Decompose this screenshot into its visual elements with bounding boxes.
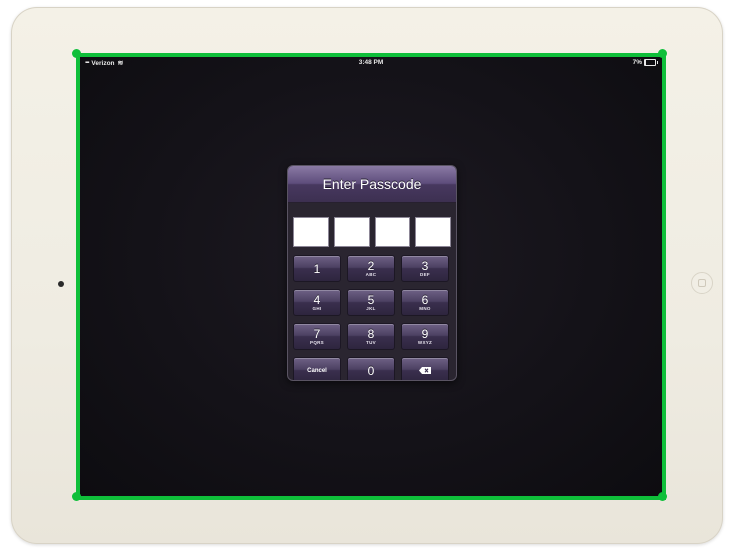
dialog-header: Enter Passcode: [288, 166, 456, 203]
battery-percent: 7%: [632, 59, 642, 66]
key-letters: DEF: [420, 271, 430, 277]
battery-icon: [644, 59, 658, 66]
key-digit: 2: [367, 258, 375, 273]
key-2[interactable]: 2 ABC: [347, 255, 395, 282]
status-time: 3:48 PM: [358, 59, 384, 66]
key-digit: 0: [367, 363, 375, 378]
key-letters: ABC: [365, 271, 377, 277]
key-9[interactable]: 9 WXYZ: [401, 323, 449, 350]
key-0[interactable]: 0: [347, 357, 395, 380]
key-1[interactable]: 1: [293, 255, 341, 282]
battery-group: 7%: [632, 59, 658, 66]
key-7[interactable]: 7 PQRS: [293, 323, 341, 350]
passcode-digit-field[interactable]: [333, 217, 370, 247]
lock-screen: ▪▪▪ Verizon ≋ 3:48 PM 7% Enter Passcode …: [79, 56, 663, 497]
key-letters: TUV: [366, 339, 376, 345]
passcode-digit-field[interactable]: [374, 217, 411, 247]
dialog-title: Enter Passcode: [322, 176, 422, 192]
key-letters: GHI: [312, 305, 322, 311]
passcode-fields: [288, 217, 456, 247]
key-digit: 5: [367, 292, 375, 307]
key-5[interactable]: 5 JKL: [347, 289, 395, 316]
outline-corner-bottom-left: [72, 492, 81, 501]
outline-corner-bottom-right: [658, 492, 667, 501]
front-camera: [58, 281, 64, 287]
key-digit: 9: [421, 326, 429, 341]
status-bar: ▪▪▪ Verizon ≋ 3:48 PM 7%: [79, 56, 663, 70]
key-8[interactable]: 8 TUV: [347, 323, 395, 350]
battery-level-fill: [645, 60, 646, 65]
key-letters: WXYZ: [417, 339, 433, 345]
numeric-keypad: 1 2 ABC 3 DEF 4 GHI 5 JKL 6 MNO 7 PQRS 8…: [293, 255, 456, 380]
key-4[interactable]: 4 GHI: [293, 289, 341, 316]
delete-button[interactable]: [401, 357, 449, 380]
outline-corner-top-right: [658, 49, 667, 58]
passcode-digit-field[interactable]: [293, 217, 329, 247]
key-letters: MNO: [419, 305, 431, 311]
passcode-digit-field[interactable]: [415, 217, 451, 247]
key-digit: 4: [313, 292, 321, 307]
key-digit: 6: [421, 292, 429, 307]
key-3[interactable]: 3 DEF: [401, 255, 449, 282]
outline-corner-top-left: [72, 49, 81, 58]
home-button[interactable]: [691, 272, 713, 294]
key-letters: PQRS: [310, 339, 324, 345]
key-letters: JKL: [366, 305, 376, 311]
key-digit: 7: [313, 326, 321, 341]
cancel-button[interactable]: Cancel: [293, 357, 341, 380]
key-6[interactable]: 6 MNO: [401, 289, 449, 316]
key-digit: 1: [313, 261, 321, 276]
key-digit: 3: [421, 258, 429, 273]
home-button-icon: [698, 279, 706, 287]
backspace-icon: [419, 367, 431, 374]
cancel-label: Cancel: [307, 367, 327, 374]
passcode-dialog: Enter Passcode 1 2 ABC 3 DEF 4 GHI 5 JKL…: [287, 165, 457, 381]
key-digit: 8: [367, 326, 375, 341]
